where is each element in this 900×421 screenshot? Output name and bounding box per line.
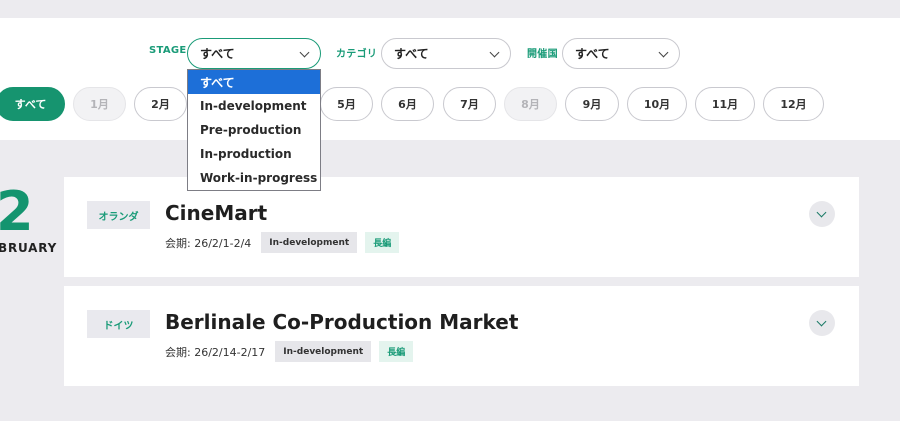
month-1-button[interactable]: 1月 <box>73 87 126 121</box>
event-period: 会期: 26/2/14-2/17 <box>165 345 266 359</box>
country-badge: ドイツ <box>87 310 150 338</box>
category-tag: 長編 <box>365 232 400 253</box>
month-all-button[interactable]: すべて <box>0 87 65 121</box>
month-8-button[interactable]: 8月 <box>504 87 557 121</box>
chevron-down-icon <box>299 47 310 58</box>
top-strip <box>0 0 900 18</box>
category-tag: 長編 <box>379 341 414 362</box>
month-10-button[interactable]: 10月 <box>627 87 687 121</box>
event-title[interactable]: Berlinale Co-Production Market <box>165 310 518 334</box>
category-filter-label: カテゴリ <box>336 49 378 60</box>
month-5-button[interactable]: 5月 <box>320 87 373 121</box>
stage-tag: In-development <box>275 341 372 362</box>
event-period: 会期: 26/2/1-2/4 <box>165 236 252 250</box>
month-11-button[interactable]: 11月 <box>695 87 755 121</box>
month-12-button[interactable]: 12月 <box>763 87 824 121</box>
dropdown-option-in-development[interactable]: In-development <box>188 94 320 118</box>
date-month-name: BRUARY <box>0 241 58 255</box>
category-select[interactable]: すべて <box>381 38 511 69</box>
country-badge: オランダ <box>87 201 150 229</box>
country-select[interactable]: すべて <box>562 38 680 69</box>
dropdown-option-work-in-progress[interactable]: Work-in-progress <box>188 166 320 190</box>
month-9-button[interactable]: 9月 <box>565 87 619 121</box>
event-meta: 会期: 26/2/1-2/4 In-development 長編 <box>165 232 400 253</box>
stage-dropdown-menu: すべて In-development Pre-production In-pro… <box>187 69 321 191</box>
filter-panel <box>0 18 900 140</box>
event-card[interactable]: ドイツ Berlinale Co-Production Market 会期: 2… <box>64 286 859 386</box>
event-title[interactable]: CineMart <box>165 201 267 225</box>
category-select-value: すべて <box>394 47 429 61</box>
expand-chevron-icon[interactable] <box>809 201 835 227</box>
chevron-down-icon <box>658 47 669 58</box>
expand-chevron-icon[interactable] <box>809 310 835 336</box>
stage-filter-label: STAGE <box>149 45 187 56</box>
country-select-value: すべて <box>575 47 610 61</box>
stage-select-value: すべて <box>200 47 235 61</box>
stage-tag: In-development <box>261 232 358 253</box>
month-2-button[interactable]: 2月 <box>134 87 187 121</box>
stage-select[interactable]: すべて <box>187 38 321 69</box>
country-filter-label: 開催国 <box>527 49 558 60</box>
dropdown-option-all[interactable]: すべて <box>188 70 320 94</box>
date-day-number: 2 <box>0 180 34 243</box>
event-card[interactable]: オランダ CineMart 会期: 26/2/1-2/4 In-developm… <box>64 177 859 277</box>
event-meta: 会期: 26/2/14-2/17 In-development 長編 <box>165 341 414 362</box>
dropdown-option-pre-production[interactable]: Pre-production <box>188 118 320 142</box>
chevron-down-icon <box>489 47 500 58</box>
month-6-button[interactable]: 6月 <box>381 87 434 121</box>
month-7-button[interactable]: 7月 <box>443 87 496 121</box>
dropdown-option-in-production[interactable]: In-production <box>188 142 320 166</box>
